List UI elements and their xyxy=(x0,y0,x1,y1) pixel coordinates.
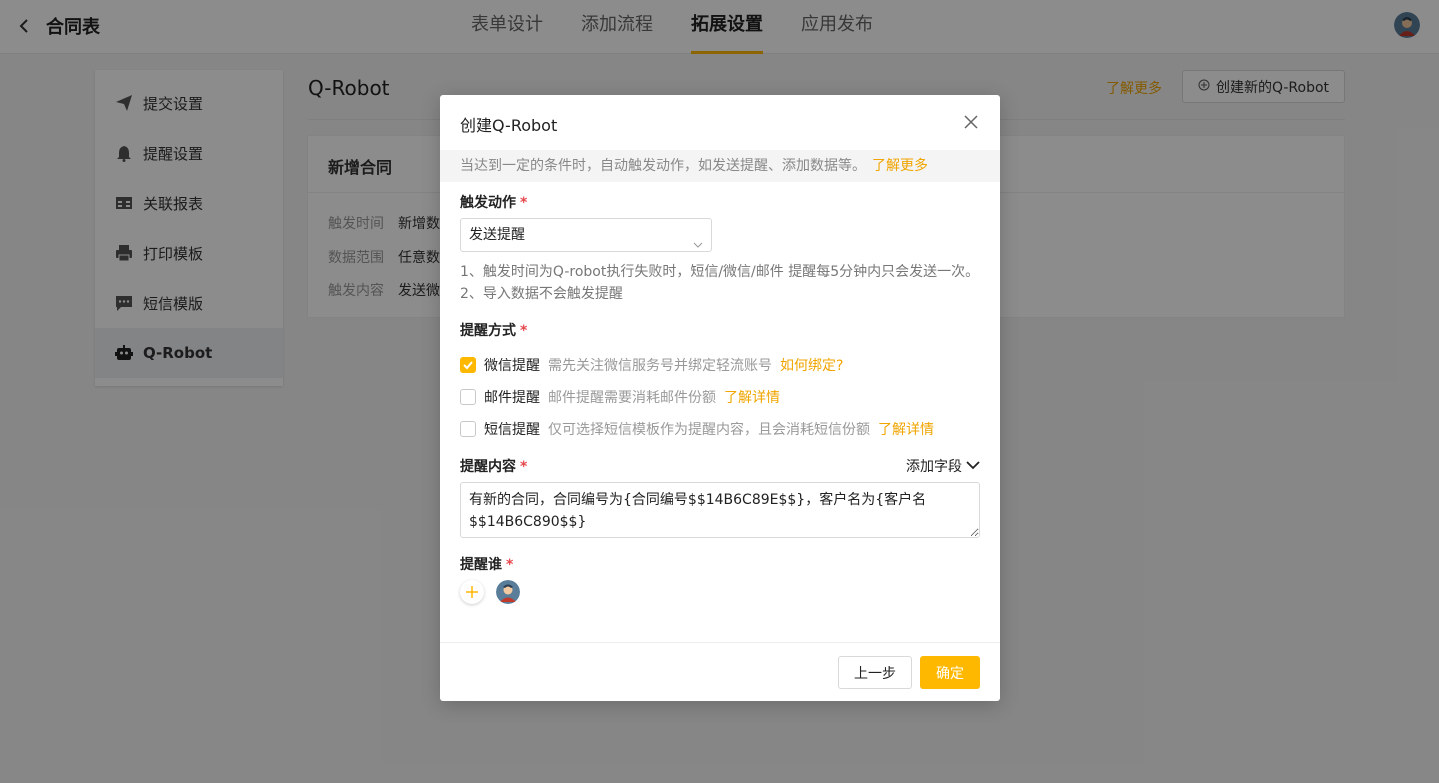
close-icon[interactable] xyxy=(962,113,980,131)
option-desc: 仅可选择短信模板作为提醒内容，且会消耗短信份额 xyxy=(548,422,870,438)
option-desc: 需先关注微信服务号并绑定轻流账号 xyxy=(548,358,772,374)
option-name: 邮件提醒 xyxy=(484,390,540,406)
option-desc: 邮件提醒需要消耗邮件份额 xyxy=(548,390,716,406)
remind-content-label: 提醒内容 * xyxy=(460,456,527,476)
select-value: 发送提醒 xyxy=(469,227,525,243)
info-tip: 当达到一定的条件时，自动触发动作，如发送提醒、添加数据等。 了解更多 xyxy=(440,150,1000,182)
option-name: 短信提醒 xyxy=(484,422,540,438)
required-mark: * xyxy=(520,323,528,339)
wechat-remind-option: 微信提醒 需先关注微信服务号并绑定轻流账号 如何绑定? xyxy=(460,355,843,375)
check-icon xyxy=(463,361,473,370)
required-mark: * xyxy=(520,459,528,475)
option-name: 微信提醒 xyxy=(484,358,540,374)
trigger-note-2: 2、导入数据不会触发提醒 xyxy=(460,286,623,302)
how-to-bind-link[interactable]: 如何绑定? xyxy=(780,355,843,375)
sms-remind-checkbox[interactable] xyxy=(460,421,476,437)
chevron-down-icon xyxy=(693,230,703,248)
previous-step-button[interactable]: 上一步 xyxy=(838,656,912,689)
add-field-dropdown[interactable]: 添加字段 xyxy=(906,456,980,476)
label-text: 提醒方式 xyxy=(460,323,516,339)
label-text: 提醒内容 xyxy=(460,459,516,475)
email-remind-checkbox[interactable] xyxy=(460,389,476,405)
sms-remind-option: 短信提醒 仅可选择短信模板作为提醒内容，且会消耗短信份额 了解详情 xyxy=(460,419,934,439)
remind-content-textarea[interactable]: 有新的合同，合同编号为{合同编号$$14B6C89E$$}，客户名为{客户名$$… xyxy=(460,482,980,538)
trigger-action-label: 触发动作 * xyxy=(460,192,527,212)
confirm-button[interactable]: 确定 xyxy=(920,656,980,689)
trigger-action-select[interactable]: 发送提醒 xyxy=(460,218,712,252)
email-remind-option: 邮件提醒 邮件提醒需要消耗邮件份额 了解详情 xyxy=(460,387,780,407)
plus-icon xyxy=(466,586,478,598)
remind-who-label: 提醒谁 * xyxy=(460,554,513,574)
tip-learn-more-link[interactable]: 了解更多 xyxy=(872,158,928,174)
required-mark: * xyxy=(506,557,514,573)
divider xyxy=(440,642,1000,643)
add-person-button[interactable] xyxy=(460,580,484,604)
trigger-note-1: 1、触发时间为Q-robot执行失败时，短信/微信/邮件 提醒每5分钟内只会发送… xyxy=(460,264,980,280)
recipient-avatar[interactable] xyxy=(496,580,520,604)
learn-details-link[interactable]: 了解详情 xyxy=(878,419,934,439)
dialog-header: 创建Q-Robot xyxy=(440,95,1000,150)
wechat-remind-checkbox[interactable] xyxy=(460,357,476,373)
required-mark: * xyxy=(520,195,528,211)
label-text: 触发动作 xyxy=(460,195,516,211)
create-q-robot-dialog: 创建Q-Robot 当达到一定的条件时，自动触发动作，如发送提醒、添加数据等。了… xyxy=(440,95,1000,701)
label-text: 提醒谁 xyxy=(460,557,502,573)
dialog-title: 创建Q-Robot xyxy=(460,116,558,135)
tip-text: 当达到一定的条件时，自动触发动作，如发送提醒、添加数据等。 xyxy=(460,158,866,174)
add-field-label: 添加字段 xyxy=(906,459,962,475)
learn-details-link[interactable]: 了解详情 xyxy=(724,387,780,407)
chevron-down-icon xyxy=(966,458,980,474)
remind-method-label: 提醒方式 * xyxy=(460,320,527,340)
